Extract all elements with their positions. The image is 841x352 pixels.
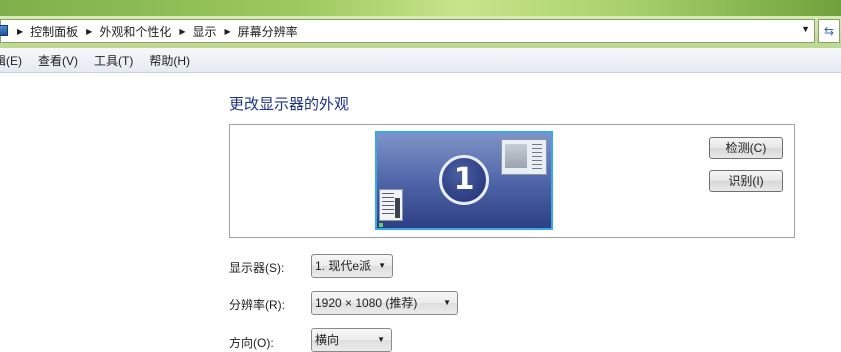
resolution-label: 分辨率(R): bbox=[229, 298, 285, 312]
page-title: 更改显示器的外观 bbox=[229, 96, 350, 113]
orientation-label: 方向(O): bbox=[229, 336, 274, 350]
address-bar[interactable]: ▶ 控制面板 ▶ 外观和个性化 ▶ 显示 ▶ 屏幕分辨率 ▼ bbox=[0, 19, 815, 43]
orientation-select[interactable]: 横向 ▼ bbox=[311, 328, 392, 352]
window-thumbnail-icon bbox=[501, 139, 547, 175]
breadcrumb-control-panel[interactable]: 控制面板 bbox=[30, 23, 78, 40]
breadcrumb-screen-resolution[interactable]: 屏幕分辨率 bbox=[238, 23, 298, 40]
resolution-select-value: 1920 × 1080 (推荐) bbox=[315, 296, 418, 310]
display-preview-panel: 1 检测(C) 识别(I) bbox=[229, 124, 795, 238]
resolution-select[interactable]: 1920 × 1080 (推荐) ▼ bbox=[311, 291, 458, 315]
display-label: 显示器(S): bbox=[229, 261, 285, 275]
menu-bar: 辑(E) 查看(V) 工具(T) 帮助(H) bbox=[0, 48, 841, 73]
chevron-down-icon: ▼ bbox=[378, 261, 386, 270]
refresh-icon[interactable]: ⇆ bbox=[818, 19, 840, 43]
chevron-down-icon: ▼ bbox=[443, 298, 451, 307]
monitor-preview[interactable]: 1 bbox=[375, 131, 553, 230]
chevron-right-icon[interactable]: ▶ bbox=[17, 27, 23, 36]
chevron-down-icon: ▼ bbox=[377, 335, 385, 344]
display-select-value: 1. 现代e派 bbox=[315, 259, 372, 273]
menu-edit[interactable]: 辑(E) bbox=[0, 52, 22, 69]
menu-view[interactable]: 查看(V) bbox=[38, 52, 78, 69]
title-bar bbox=[0, 0, 841, 16]
identify-button[interactable]: 识别(I) bbox=[709, 170, 783, 192]
chevron-down-icon[interactable]: ▼ bbox=[801, 24, 810, 34]
start-icon bbox=[379, 223, 383, 227]
breadcrumb-display[interactable]: 显示 bbox=[193, 23, 217, 40]
breadcrumb: ▶ 控制面板 ▶ 外观和个性化 ▶ 显示 ▶ 屏幕分辨率 bbox=[17, 20, 306, 42]
display-select[interactable]: 1. 现代e派 ▼ bbox=[311, 254, 393, 278]
computer-icon bbox=[0, 25, 8, 36]
address-bar-area: ▶ 控制面板 ▶ 外观和个性化 ▶ 显示 ▶ 屏幕分辨率 ▼ ⇆ bbox=[0, 16, 841, 48]
monitor-number-badge: 1 bbox=[439, 155, 489, 205]
chevron-right-icon[interactable]: ▶ bbox=[179, 27, 185, 36]
menu-tools[interactable]: 工具(T) bbox=[94, 52, 133, 69]
orientation-select-value: 横向 bbox=[315, 333, 340, 347]
chevron-right-icon[interactable]: ▶ bbox=[86, 27, 92, 36]
breadcrumb-appearance[interactable]: 外观和个性化 bbox=[99, 23, 171, 40]
detect-button[interactable]: 检测(C) bbox=[709, 137, 783, 159]
menu-help[interactable]: 帮助(H) bbox=[149, 52, 190, 69]
chevron-right-icon[interactable]: ▶ bbox=[225, 27, 231, 36]
sidebar-thumbnail-icon bbox=[379, 189, 403, 221]
